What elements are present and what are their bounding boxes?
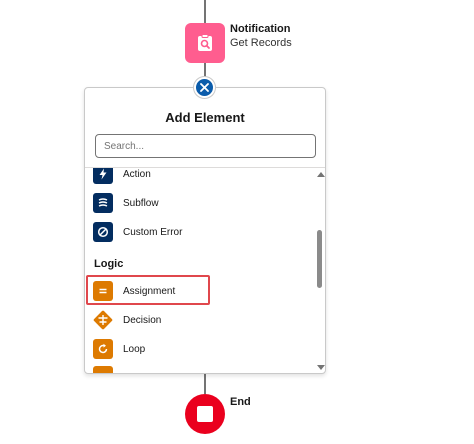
lightning-icon xyxy=(93,168,113,184)
list-item-label: Action xyxy=(123,168,151,180)
close-icon xyxy=(200,83,209,92)
node-title: Notification xyxy=(230,23,291,35)
list-item-partial[interactable] xyxy=(93,365,113,373)
list-item-decision[interactable]: Decision xyxy=(93,309,161,331)
node-subtitle: Get Records xyxy=(230,37,292,49)
get-records-node[interactable] xyxy=(185,23,225,63)
list-item-loop[interactable]: Loop xyxy=(93,338,145,360)
list-item-custom-error[interactable]: Custom Error xyxy=(93,221,182,243)
get-records-icon xyxy=(198,34,212,51)
list-item-label: Decision xyxy=(123,314,162,326)
ban-icon xyxy=(93,222,113,242)
subflow-icon xyxy=(93,193,113,213)
connector-top xyxy=(204,0,206,23)
end-node[interactable] xyxy=(185,394,225,434)
scrollbar[interactable] xyxy=(315,168,325,373)
stop-icon xyxy=(197,406,213,422)
list-item-assignment[interactable]: Assignment xyxy=(93,280,175,302)
list-item-label: Subflow xyxy=(123,197,159,209)
section-heading-logic: Logic xyxy=(94,258,124,270)
add-element-panel: Add Element Action Subflow xyxy=(84,87,326,374)
list-item-label: Loop xyxy=(123,343,146,355)
list-item-subflow[interactable]: Subflow xyxy=(93,192,159,214)
close-button[interactable] xyxy=(194,77,215,98)
decision-icon xyxy=(93,310,113,330)
panel-title: Add Element xyxy=(165,110,245,125)
collection-icon xyxy=(93,366,113,373)
scroll-up-arrow-icon[interactable] xyxy=(317,172,325,177)
list-item-label: Assignment xyxy=(123,285,176,297)
assignment-icon xyxy=(93,281,113,301)
search-input[interactable] xyxy=(95,134,316,158)
scroll-down-arrow-icon[interactable] xyxy=(317,365,325,370)
list-item-action[interactable]: Action xyxy=(93,168,151,185)
loop-icon xyxy=(93,339,113,359)
element-list: Action Subflow Custom Error Logic Assign… xyxy=(85,168,317,373)
list-item-label: Custom Error xyxy=(123,226,183,238)
scroll-thumb[interactable] xyxy=(317,230,322,288)
connector-bottom xyxy=(204,374,206,394)
end-label: End xyxy=(230,396,251,408)
